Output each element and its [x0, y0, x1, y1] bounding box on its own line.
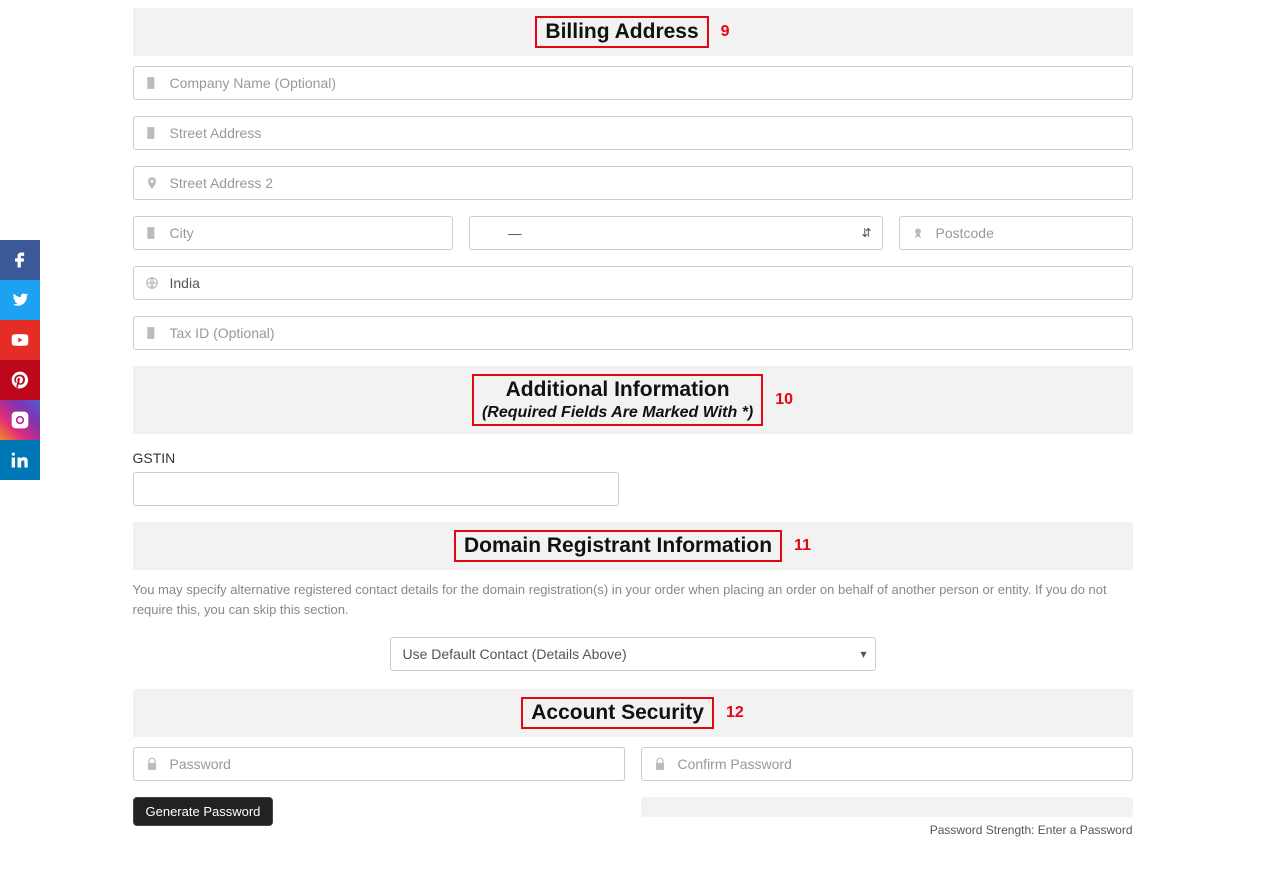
postcode-input[interactable] — [936, 217, 1132, 249]
youtube-icon — [10, 330, 30, 350]
sliders-icon — [480, 225, 494, 242]
confirm-password-input[interactable] — [678, 748, 1132, 780]
billing-title: Billing Address — [537, 18, 706, 46]
domain-help-text: You may specify alternative registered c… — [133, 580, 1133, 619]
city-input[interactable] — [170, 217, 452, 249]
confirm-password-field-wrap — [641, 747, 1133, 781]
social-sidebar — [0, 240, 40, 480]
social-facebook[interactable] — [0, 240, 40, 280]
annotation-10: 10 — [775, 391, 793, 409]
annotation-11: 11 — [794, 537, 811, 555]
linkedin-icon — [10, 450, 30, 470]
state-select[interactable]: — — [470, 217, 882, 249]
annotation-12: 12 — [726, 704, 744, 722]
gstin-input[interactable] — [133, 472, 619, 506]
form-container: Billing Address 9 — [133, 0, 1133, 873]
password-strength-text: Password Strength: Enter a Password — [641, 823, 1133, 837]
twitter-icon — [10, 290, 30, 310]
state-select-wrap: — ⇵ — [469, 216, 883, 250]
section-header-additional: Additional Information (Required Fields … — [133, 366, 1133, 434]
security-title: Account Security — [523, 699, 712, 727]
social-youtube[interactable] — [0, 320, 40, 360]
section-header-domain: Domain Registrant Information 11 — [133, 522, 1133, 570]
instagram-icon — [10, 410, 30, 430]
street2-field-wrap — [133, 166, 1133, 200]
password-input[interactable] — [170, 748, 624, 780]
additional-title: Additional Information — [474, 376, 761, 404]
taxid-input[interactable] — [170, 317, 1132, 349]
building-icon — [134, 76, 170, 90]
password-field-wrap — [133, 747, 625, 781]
certificate-icon — [900, 226, 936, 240]
domain-title: Domain Registrant Information — [456, 532, 780, 560]
company-field-wrap — [133, 66, 1133, 100]
building-icon — [134, 326, 170, 340]
additional-subtitle: (Required Fields Are Marked With *) — [474, 404, 761, 424]
contact-select-container: Use Default Contact (Details Above) ▾ — [390, 637, 876, 671]
country-field-wrap — [133, 266, 1133, 300]
street1-field-wrap — [133, 116, 1133, 150]
social-linkedin[interactable] — [0, 440, 40, 480]
street1-input[interactable] — [170, 117, 1132, 149]
lock-icon — [642, 757, 678, 771]
gstin-group: GSTIN — [133, 450, 1133, 506]
company-input[interactable] — [170, 67, 1132, 99]
taxid-field-wrap — [133, 316, 1133, 350]
postcode-field-wrap — [899, 216, 1133, 250]
section-header-security: Account Security 12 — [133, 689, 1133, 737]
facebook-icon — [10, 250, 30, 270]
pinterest-icon — [10, 370, 30, 390]
country-input[interactable] — [170, 267, 1132, 299]
map-pin-icon — [134, 176, 170, 190]
building-icon — [134, 226, 170, 240]
city-field-wrap — [133, 216, 453, 250]
social-pinterest[interactable] — [0, 360, 40, 400]
social-instagram[interactable] — [0, 400, 40, 440]
building-icon — [134, 126, 170, 140]
password-strength-bar — [641, 797, 1133, 817]
contact-select[interactable]: Use Default Contact (Details Above) — [391, 638, 875, 670]
section-header-billing: Billing Address 9 — [133, 8, 1133, 56]
social-twitter[interactable] — [0, 280, 40, 320]
lock-icon — [134, 757, 170, 771]
gstin-label: GSTIN — [133, 450, 1133, 466]
globe-icon — [134, 276, 170, 290]
generate-password-button[interactable]: Generate Password — [133, 797, 274, 826]
annotation-9: 9 — [721, 23, 730, 41]
street2-input[interactable] — [170, 167, 1132, 199]
